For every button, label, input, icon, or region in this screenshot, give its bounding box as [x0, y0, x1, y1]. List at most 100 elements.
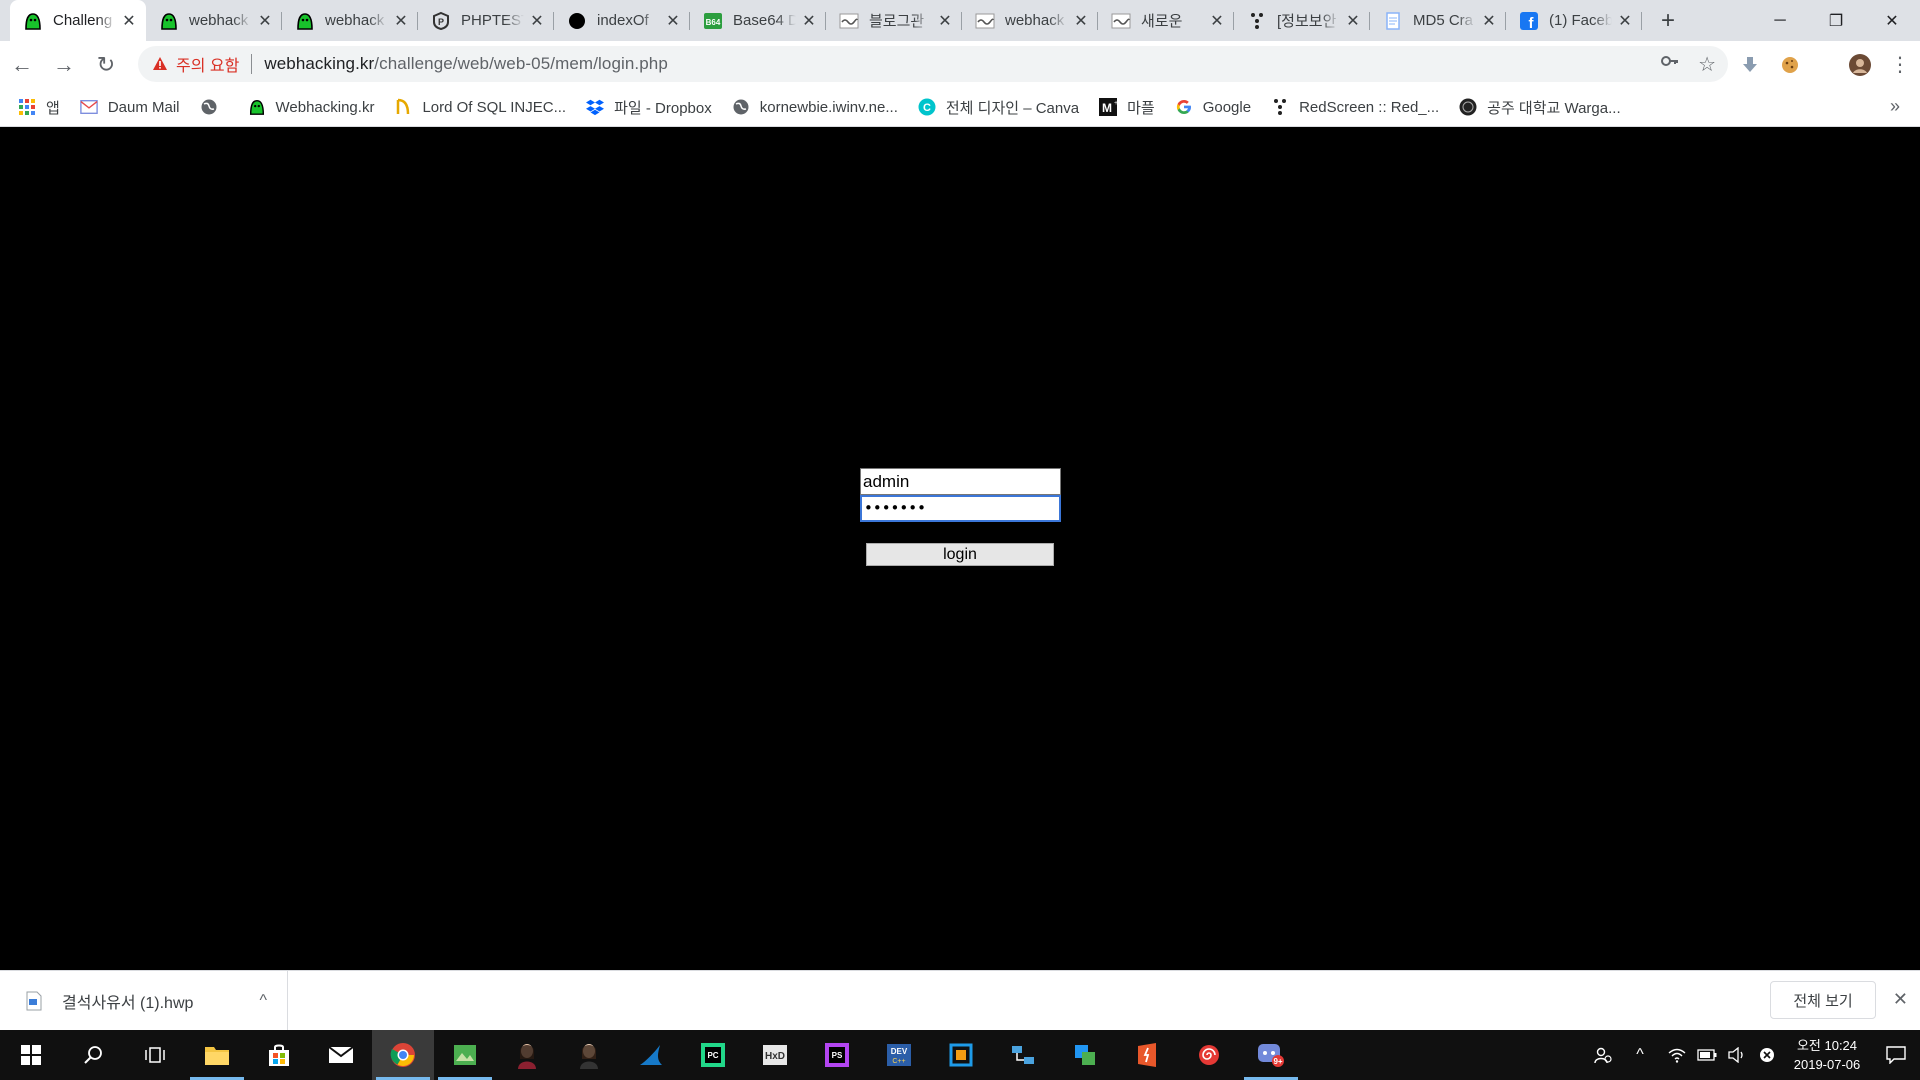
close-icon[interactable]: ✕ [392, 12, 410, 30]
profile-avatar-button[interactable] [1840, 45, 1880, 85]
close-window-button[interactable]: ✕ [1864, 0, 1920, 41]
taskbar-hxd[interactable]: HxD [744, 1030, 806, 1080]
taskbar-virtualbox[interactable] [930, 1030, 992, 1080]
taskbar-phpstorm[interactable]: PS [806, 1030, 868, 1080]
kongju-icon [1459, 98, 1477, 116]
bookmark-daum-mail[interactable]: Daum Mail [80, 98, 180, 116]
login-id-input[interactable] [860, 468, 1061, 495]
tab-webhack-3[interactable]: webhack ✕ [962, 0, 1098, 41]
battery-button[interactable] [1692, 1049, 1722, 1061]
cookie-extension-button[interactable] [1770, 45, 1810, 85]
task-view-button[interactable] [124, 1030, 186, 1080]
bookmark-google[interactable]: Google [1175, 98, 1251, 116]
security-warning[interactable]: 주의 요함 [152, 52, 239, 76]
download-extension-button[interactable] [1730, 45, 1770, 85]
taskbar-app-person-2[interactable] [558, 1030, 620, 1080]
close-icon[interactable]: ✕ [528, 12, 546, 30]
back-button[interactable]: ← [2, 45, 42, 85]
taskbar-burp[interactable] [1116, 1030, 1178, 1080]
download-item[interactable]: 결석사유서 (1).hwp ^ [0, 970, 288, 1031]
close-icon[interactable]: ✕ [800, 12, 818, 30]
bookmark-redscreen[interactable]: RedScreen :: Red_... [1271, 98, 1439, 116]
chevron-up-icon[interactable]: ^ [259, 992, 267, 1010]
taskbar-app-wireshark[interactable] [620, 1030, 682, 1080]
taskbar-chrome[interactable] [372, 1030, 434, 1080]
tab-challenge[interactable]: Challeng ✕ [10, 0, 146, 41]
people-button[interactable] [1588, 1046, 1618, 1064]
bookmarks-overflow-icon[interactable]: » [1890, 96, 1900, 117]
tab-indexof[interactable]: indexOf ✕ [554, 0, 690, 41]
google-icon [1175, 98, 1193, 116]
bookmark-lord-of-sqli[interactable]: Lord Of SQL INJEC... [394, 98, 566, 116]
close-icon[interactable]: ✕ [1893, 989, 1908, 1010]
tab-new-post[interactable]: 새로운 ✕ [1098, 0, 1234, 41]
reload-button[interactable]: ↻ [86, 45, 126, 85]
close-icon[interactable]: ✕ [120, 12, 138, 30]
restore-button[interactable]: ❐ [1808, 0, 1864, 41]
tab-webhack-2[interactable]: webhack ✕ [282, 0, 418, 41]
taskbar-store[interactable] [248, 1030, 310, 1080]
wifi-button[interactable] [1662, 1047, 1692, 1063]
close-icon[interactable]: ✕ [1480, 12, 1498, 30]
browser-menu-button[interactable]: ⋮ [1880, 45, 1920, 85]
close-icon[interactable]: ✕ [936, 12, 954, 30]
forward-button[interactable]: → [44, 45, 84, 85]
login-button[interactable]: login [866, 543, 1054, 566]
bookmark-globe[interactable] [200, 98, 228, 116]
tab-webhack-1[interactable]: webhack ✕ [146, 0, 282, 41]
close-icon[interactable]: ✕ [256, 12, 274, 30]
tab-phptester[interactable]: P PHPTEST ✕ [418, 0, 554, 41]
windows-app-icon [1075, 1045, 1095, 1065]
bookmark-kornewbie[interactable]: kornewbie.iwinv.ne... [732, 98, 898, 116]
close-icon[interactable]: ✕ [1208, 12, 1226, 30]
hidden-icons-button[interactable]: ^ [1618, 1046, 1662, 1064]
start-button[interactable] [0, 1030, 62, 1080]
taskbar-network-tool[interactable] [992, 1030, 1054, 1080]
bookmark-webhacking[interactable]: Webhacking.kr [248, 98, 374, 116]
minimize-button[interactable]: ─ [1752, 0, 1808, 41]
url-host: webhacking.kr [264, 54, 375, 73]
plus-icon: + [1660, 6, 1675, 34]
close-icon[interactable]: ✕ [1072, 12, 1090, 30]
tab-base64[interactable]: B64 Base64 D ✕ [690, 0, 826, 41]
taskbar-discord[interactable]: 9+ [1240, 1030, 1302, 1080]
key-icon[interactable] [1660, 51, 1680, 77]
search-button[interactable] [62, 1030, 124, 1080]
action-center-button[interactable] [1872, 1046, 1920, 1064]
taskbar-devcpp[interactable]: DEV C++ [868, 1030, 930, 1080]
facebook-icon: f [1519, 11, 1539, 31]
page-content: ••••••• login [0, 127, 1920, 970]
minimize-icon: ─ [1774, 11, 1786, 29]
svg-text:9+: 9+ [1273, 1057, 1282, 1066]
show-all-downloads-button[interactable]: 전체 보기 [1770, 981, 1876, 1019]
devcpp-icon: DEV C++ [887, 1044, 911, 1066]
tab-infosec[interactable]: [정보보안 ✕ [1234, 0, 1370, 41]
taskbar-app-multi[interactable] [1054, 1030, 1116, 1080]
blog-icon [839, 11, 859, 31]
bookmark-marple[interactable]: M + 마플 [1099, 97, 1155, 118]
volume-button[interactable] [1722, 1047, 1752, 1063]
clock[interactable]: 오전 10:24 2019-07-06 [1782, 1036, 1872, 1074]
bookmark-apps[interactable]: 앱 [18, 97, 60, 118]
taskbar-pycharm[interactable]: PC [682, 1030, 744, 1080]
url-text[interactable]: webhacking.kr/challenge/web/web-05/mem/l… [264, 54, 668, 74]
tab-md5[interactable]: MD5 Cra ✕ [1370, 0, 1506, 41]
tab-facebook[interactable]: f (1) Faceb ✕ [1506, 0, 1642, 41]
star-icon[interactable]: ☆ [1698, 52, 1716, 77]
close-icon[interactable]: ✕ [664, 12, 682, 30]
tab-blog[interactable]: 블로그관 ✕ [826, 0, 962, 41]
taskbar-mail[interactable] [310, 1030, 372, 1080]
bookmark-dropbox[interactable]: 파일 - Dropbox [586, 97, 712, 118]
taskbar-app-green[interactable] [434, 1030, 496, 1080]
taskbar-file-explorer[interactable] [186, 1030, 248, 1080]
bookmark-canva[interactable]: C 전체 디자인 – Canva [918, 97, 1079, 118]
close-icon[interactable]: ✕ [1616, 12, 1634, 30]
new-tab-button[interactable]: + [1648, 0, 1688, 41]
login-password-input[interactable]: ••••••• [860, 495, 1061, 522]
bookmark-kongju[interactable]: 공주 대학교 Warga... [1459, 97, 1621, 118]
network-off-button[interactable] [1752, 1047, 1782, 1063]
close-icon[interactable]: ✕ [1344, 12, 1362, 30]
address-bar[interactable]: 주의 요함 webhacking.kr/challenge/web/web-05… [138, 46, 1728, 82]
taskbar-app-person-1[interactable] [496, 1030, 558, 1080]
taskbar-app-spiral[interactable] [1178, 1030, 1240, 1080]
